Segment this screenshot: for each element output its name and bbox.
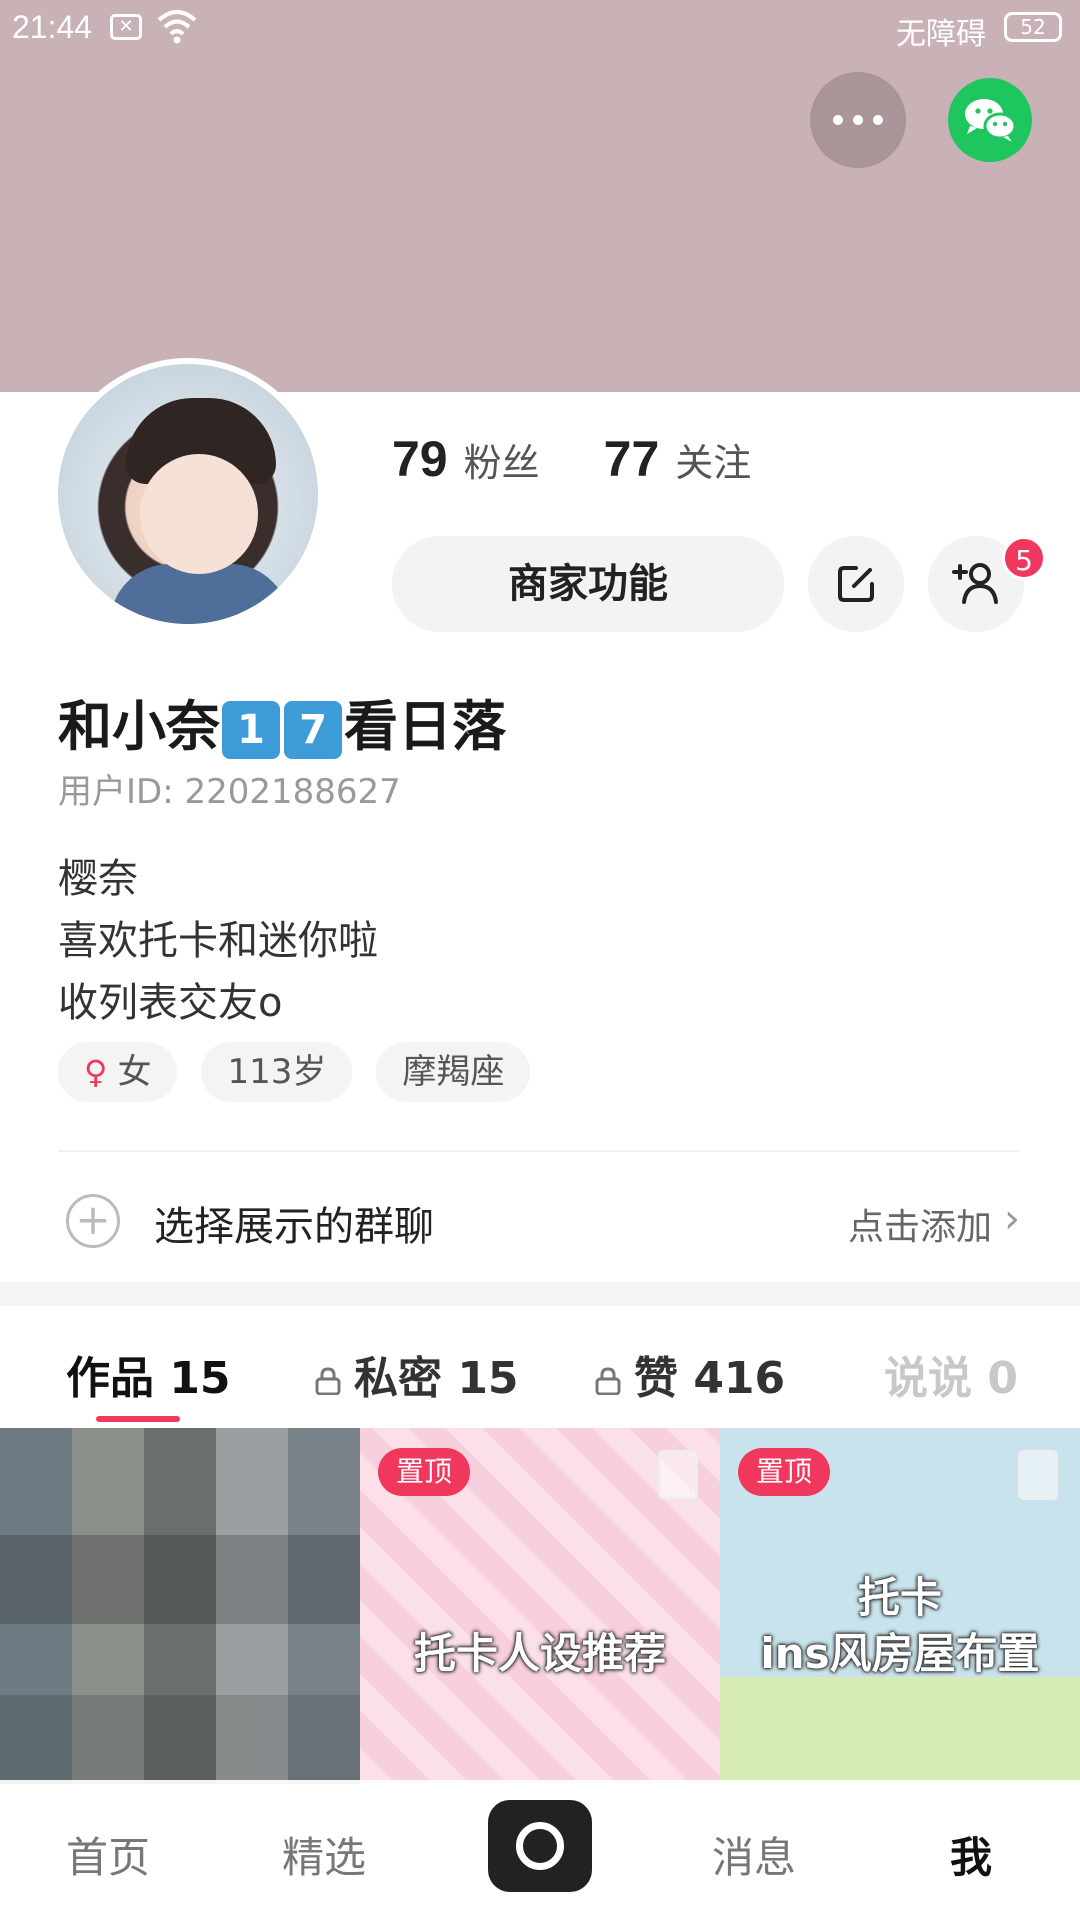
fans-count[interactable]: 79 [392, 430, 448, 488]
notification-icon: ✕ [110, 14, 142, 40]
works-grid: 置顶 托卡人设推荐 置顶 托卡 ins风房屋布置 [0, 1428, 1080, 1784]
camera-button[interactable] [488, 1800, 592, 1892]
gender-label: 女 [117, 1052, 152, 1092]
name-suffix: 看日落 [344, 695, 506, 758]
profile-tags: ♀ 女 113岁 摩羯座 [58, 1042, 531, 1102]
chevron-right-icon: › [1004, 1196, 1020, 1242]
keycap-emoji: 7 [284, 701, 342, 760]
following-count[interactable]: 77 [604, 430, 660, 488]
edit-icon [838, 566, 874, 602]
zodiac-tag: 摩羯座 [376, 1042, 531, 1102]
group-chat-label: 选择展示的群聊 [154, 1204, 434, 1250]
edit-profile-button[interactable] [808, 536, 904, 632]
group-chat-add[interactable]: 点击添加 [848, 1198, 992, 1250]
profile-cover: 21:44 ✕ 无障碍 52 [0, 0, 1080, 392]
following-label[interactable]: 关注 [675, 432, 751, 487]
friend-request-badge: 5 [1002, 536, 1046, 580]
profile-bio: 樱奈 喜欢托卡和迷你啦 收列表交友o [58, 848, 378, 1034]
camera-icon [516, 1822, 564, 1870]
female-icon: ♀ [84, 1053, 108, 1091]
bio-line: 收列表交友o [58, 980, 283, 1026]
section-separator [0, 1282, 1080, 1306]
nav-messages[interactable]: 消息 [712, 1824, 796, 1885]
fans-label[interactable]: 粉丝 [464, 432, 540, 487]
tab-likes-label: 赞 416 [634, 1353, 786, 1404]
keycap-emoji: 1 [222, 701, 280, 760]
work-thumbnail-blurred[interactable] [0, 1428, 360, 1784]
bio-line: 樱奈 [58, 856, 138, 902]
image-post-icon [658, 1450, 698, 1500]
image-post-icon [1018, 1450, 1058, 1500]
tab-posts[interactable]: 说说 0 [884, 1342, 1018, 1406]
divider [58, 1150, 1020, 1152]
wechat-icon [965, 99, 1017, 142]
pinned-badge: 置顶 [738, 1448, 831, 1496]
tab-works[interactable]: 作品 15 [66, 1342, 231, 1406]
plus-circle-icon: + [66, 1194, 120, 1248]
tab-private[interactable]: 私密 15 [314, 1342, 519, 1406]
wifi-icon [157, 10, 197, 44]
nav-me[interactable]: 我 [950, 1824, 992, 1885]
age-tag: 113岁 [201, 1042, 353, 1102]
work-thumbnail[interactable]: 置顶 托卡 ins风房屋布置 [720, 1428, 1080, 1784]
dot-icon [873, 115, 883, 125]
add-user-icon [952, 563, 998, 604]
nav-home[interactable]: 首页 [66, 1824, 150, 1885]
profile-stats: 79 粉丝 77 关注 [392, 430, 815, 488]
lock-icon [595, 1367, 621, 1395]
battery-icon: 52 [1004, 12, 1062, 42]
status-time: 21:44 [12, 9, 93, 45]
dot-icon [853, 115, 863, 125]
tab-likes[interactable]: 赞 416 [594, 1342, 785, 1406]
group-chat-row[interactable]: + 选择展示的群聊 点击添加 › [58, 1180, 1020, 1260]
profile-name: 和小奈 1 7 看日落 [58, 682, 506, 761]
avatar-face [140, 454, 258, 574]
gender-tag: ♀ 女 [58, 1042, 178, 1102]
tab-private-label: 私密 15 [354, 1353, 519, 1404]
work-title-line: 托卡 [857, 1573, 942, 1622]
user-id[interactable]: 用户ID: 2202188627 [58, 764, 401, 813]
name-prefix: 和小奈 [58, 695, 220, 758]
bottom-navigation: 首页 精选 消息 我 [0, 1780, 1080, 1920]
work-title-line: ins风房屋布置 [760, 1629, 1040, 1678]
status-bar: 21:44 ✕ 无障碍 52 [0, 0, 1080, 56]
bio-line: 喜欢托卡和迷你啦 [58, 918, 378, 964]
accessibility-status: 无障碍 [896, 17, 986, 52]
active-tab-indicator [96, 1416, 180, 1422]
dot-icon [833, 115, 843, 125]
nav-featured[interactable]: 精选 [282, 1824, 366, 1885]
more-button[interactable] [810, 72, 906, 168]
work-title: 托卡人设推荐 [413, 1629, 666, 1678]
avatar[interactable] [52, 358, 324, 630]
work-thumbnail[interactable]: 置顶 托卡人设推荐 [360, 1428, 720, 1784]
pinned-badge: 置顶 [378, 1448, 471, 1496]
wechat-share-button[interactable] [948, 78, 1032, 162]
business-features-button[interactable]: 商家功能 [392, 536, 784, 632]
profile-page: 21:44 ✕ 无障碍 52 79 粉丝 77 关注 商家功能 5 和小奈 1 … [0, 0, 1080, 1920]
content-tabs: 作品 15 私密 15 赞 416 说说 0 [0, 1306, 1080, 1426]
lock-icon [315, 1367, 341, 1395]
